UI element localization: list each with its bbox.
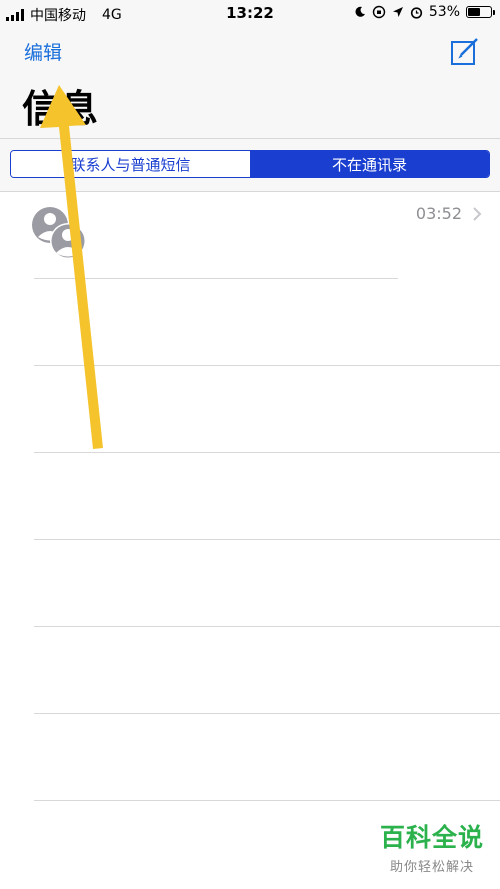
moon-icon	[355, 6, 365, 17]
segment-bar: 联系人与普通短信 不在通讯录	[0, 139, 500, 192]
message-time: 03:52	[415, 204, 462, 223]
page-title: 信息	[22, 87, 99, 131]
list-divider	[34, 365, 500, 366]
status-bar: 中国移动 4G 13:22 53%	[0, 0, 500, 26]
nav-bar: 编辑 信息	[0, 26, 500, 139]
list-divider	[34, 713, 500, 714]
list-divider	[34, 278, 398, 279]
list-divider	[34, 452, 500, 453]
watermark-title: 百科全说	[379, 823, 484, 852]
battery-icon	[466, 6, 495, 18]
location-icon	[392, 7, 403, 17]
watermark-subtitle: 助你轻松解决	[389, 860, 474, 875]
list-divider	[34, 800, 500, 801]
status-right: 53%	[354, 4, 495, 20]
list-divider	[34, 626, 500, 627]
list-divider	[34, 539, 500, 540]
tab-contacts-sms[interactable]: 联系人与普通短信	[11, 151, 250, 177]
edit-button[interactable]: 编辑	[24, 38, 62, 65]
watermark-logo: 百科全说 助你轻松解决	[380, 818, 484, 875]
tab-unknown-senders[interactable]: 不在通讯录	[250, 151, 489, 177]
group-avatar-icon	[32, 207, 86, 258]
orientation-lock-icon	[372, 5, 386, 19]
message-row[interactable]: 03:52	[0, 192, 500, 278]
battery-percent: 53%	[428, 4, 460, 20]
segmented-control: 联系人与普通短信 不在通讯录	[10, 150, 490, 178]
compose-icon[interactable]	[450, 36, 480, 66]
chevron-right-icon	[473, 207, 482, 221]
alarm-icon	[410, 6, 422, 19]
